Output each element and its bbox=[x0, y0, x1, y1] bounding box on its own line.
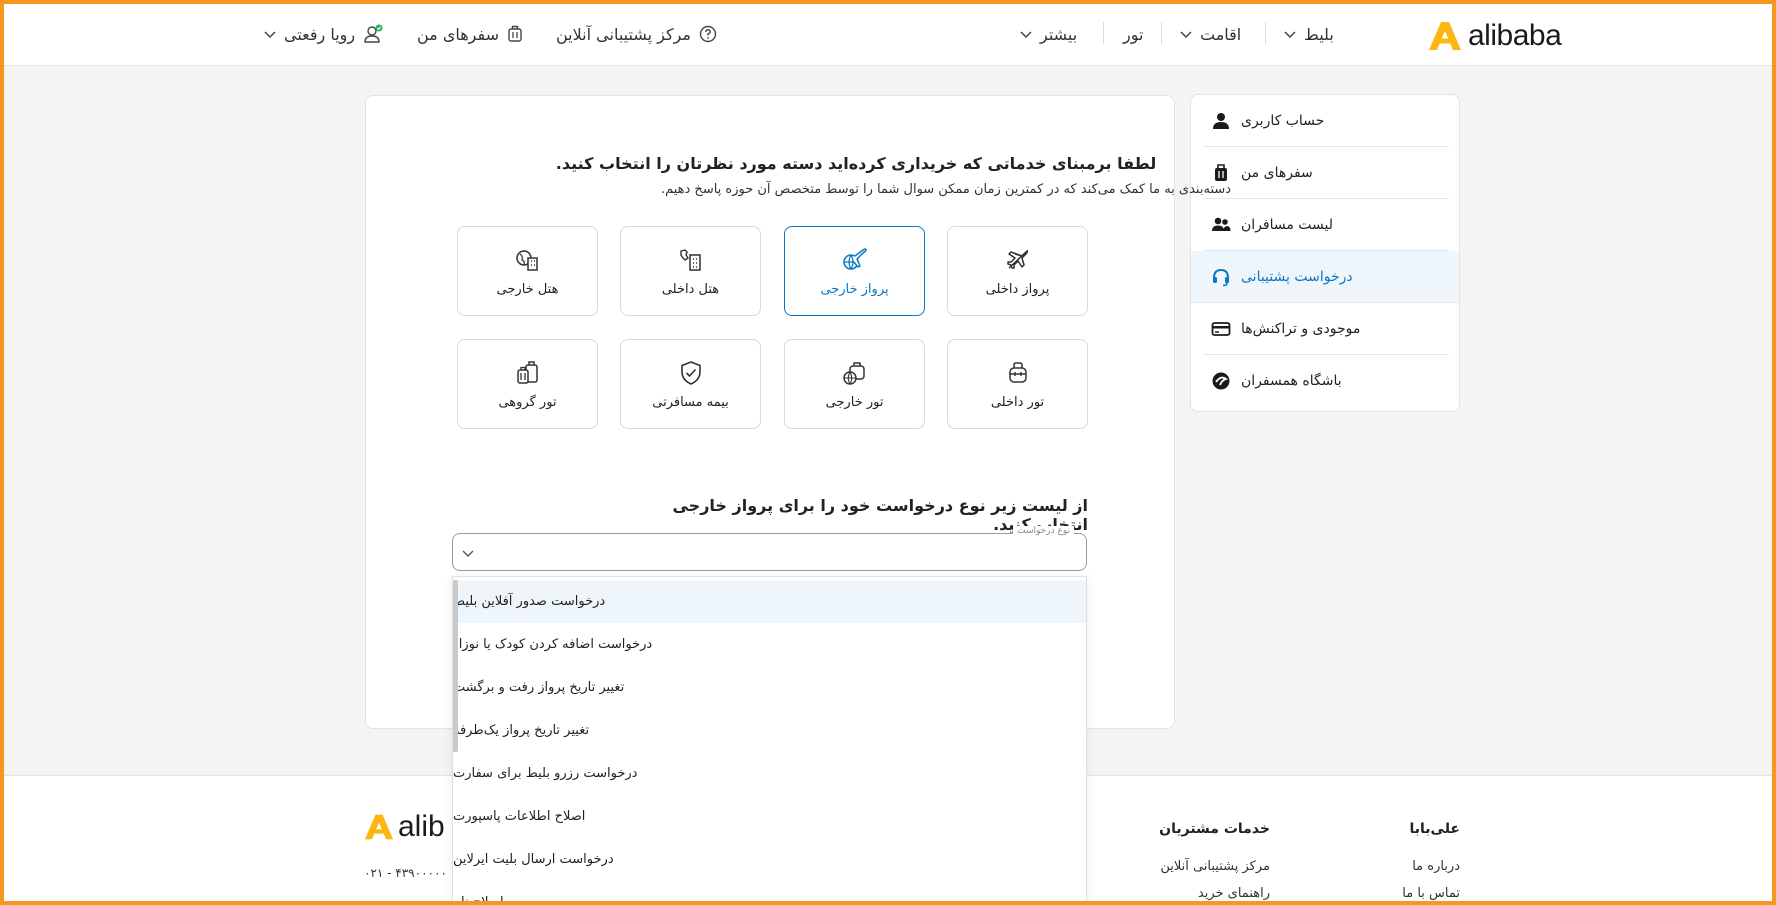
dropdown-option[interactable]: درخواست اضافه کردن کودک یا نوزاد bbox=[453, 623, 1086, 666]
nav-divider bbox=[1265, 22, 1266, 44]
nav-tickets[interactable]: بلیط bbox=[1284, 22, 1334, 46]
footer-logo[interactable]: alib bbox=[364, 810, 445, 844]
category-label: پرواز داخلی bbox=[985, 281, 1050, 297]
sidebar-item-label: باشگاه همسفران bbox=[1241, 373, 1342, 389]
international-flight-icon bbox=[842, 247, 867, 270]
footer-logo-text: alib bbox=[398, 810, 445, 843]
user-name: رویا رفعتی bbox=[284, 24, 356, 44]
sidebar-item-label: لیست مسافران bbox=[1241, 216, 1334, 233]
help-circle-icon bbox=[699, 25, 717, 43]
category-international-flight[interactable]: پرواز خارجی bbox=[784, 226, 925, 316]
category-label: تور داخلی bbox=[990, 394, 1045, 410]
group-tour-icon bbox=[516, 360, 538, 384]
category-label: تور خارجی bbox=[825, 394, 884, 410]
category-label: تور گروهی bbox=[498, 394, 557, 410]
nav-tickets-label: بلیط bbox=[1304, 24, 1334, 44]
footer-customer-services-title: خدمات مشتریان bbox=[1159, 821, 1270, 837]
my-trips-link[interactable]: سفرهای من bbox=[417, 22, 523, 46]
dropdown-scrollbar[interactable] bbox=[453, 580, 458, 752]
chevron-down-icon bbox=[1180, 31, 1192, 39]
dropdown-option[interactable]: تغییر تاریخ پرواز رفت و برگشت bbox=[453, 666, 1086, 709]
user-menu[interactable]: رویا رفعتی bbox=[264, 22, 383, 46]
nav-divider bbox=[1103, 22, 1104, 44]
domestic-flight-icon bbox=[1006, 249, 1028, 269]
headset-icon bbox=[1213, 268, 1229, 286]
domestic-tour-icon bbox=[1008, 361, 1027, 383]
page-subtitle: دسته‌بندی به ما کمک می‌کند که در کمترین … bbox=[660, 182, 1232, 197]
chevron-down-icon bbox=[264, 31, 276, 39]
category-domestic-tour[interactable]: تور داخلی bbox=[947, 339, 1088, 429]
category-domestic-flight[interactable]: پرواز داخلی bbox=[947, 226, 1088, 316]
chevron-down-icon bbox=[1020, 31, 1032, 39]
sidebar-item-account[interactable]: حساب کاربری bbox=[1203, 95, 1449, 147]
alibaba-logo-icon bbox=[1429, 22, 1461, 50]
sidebar-item-label: موجودی و تراکنش‌ها bbox=[1241, 320, 1361, 337]
alibaba-logo-icon bbox=[364, 814, 394, 840]
nav-tour-label: تور bbox=[1123, 24, 1144, 44]
online-support-link[interactable]: مرکز پشتیبانی آنلاین bbox=[556, 22, 717, 46]
page-title: لطفا برمبنای خدماتی که خریداری کرده‌اید … bbox=[555, 154, 1157, 173]
international-tour-icon bbox=[842, 361, 865, 385]
category-label: پرواز خارجی bbox=[820, 281, 889, 297]
logo-text: alibaba bbox=[1468, 19, 1562, 52]
online-support-label: مرکز پشتیبانی آنلاین bbox=[556, 24, 691, 44]
dropdown-option[interactable]: درخواست صدور آفلاین بلیط bbox=[453, 580, 1086, 623]
card-icon bbox=[1211, 321, 1231, 336]
request-type-dropdown: درخواست صدور آفلاین بلیط درخواست اضافه ک… bbox=[452, 576, 1087, 905]
dropdown-option[interactable]: اصلاح نام bbox=[453, 881, 1086, 905]
users-icon bbox=[1212, 217, 1231, 231]
footer-link[interactable]: درباره ما bbox=[1330, 859, 1460, 874]
sidebar-item-support-request[interactable]: درخواست پشتیبانی bbox=[1191, 251, 1459, 303]
user-verified-icon bbox=[364, 24, 383, 43]
sidebar-item-passengers[interactable]: لیست مسافران bbox=[1203, 199, 1449, 251]
top-navigation-bar: alibaba بلیط اقامت تور بیشتر مرکز پشتیبا… bbox=[0, 0, 1776, 66]
dropdown-option[interactable]: اصلاح اطلاعات پاسپورت bbox=[453, 795, 1086, 838]
category-label: هتل خارجی bbox=[496, 281, 559, 297]
account-sidebar: حساب کاربری سفرهای من لیست مسافران درخوا… bbox=[1190, 94, 1460, 412]
nav-tour[interactable]: تور bbox=[1123, 22, 1143, 46]
luggage-icon bbox=[508, 25, 522, 42]
chevron-down-icon bbox=[1284, 31, 1296, 39]
category-travel-insurance[interactable]: بیمه مسافرتی bbox=[620, 339, 761, 429]
club-icon bbox=[1212, 372, 1230, 390]
category-domestic-hotel[interactable]: هتل داخلی bbox=[620, 226, 761, 316]
alibaba-logo[interactable]: alibaba bbox=[1428, 18, 1564, 54]
category-label: هتل داخلی bbox=[661, 281, 720, 297]
footer-phone: ۰۲۱ - ۴۳۹۰۰۰۰۰ bbox=[364, 866, 447, 880]
nav-more[interactable]: بیشتر bbox=[1020, 22, 1077, 46]
footer-link[interactable]: مرکز پشتیبانی آنلاین bbox=[1100, 859, 1270, 874]
chevron-down-icon[interactable] bbox=[461, 547, 475, 559]
dropdown-option[interactable]: درخواست رزرو بلیط برای سفارت bbox=[453, 752, 1086, 795]
user-icon bbox=[1213, 112, 1229, 129]
category-label: بیمه مسافرتی bbox=[652, 394, 729, 410]
category-group-tour[interactable]: تور گروهی bbox=[457, 339, 598, 429]
domestic-hotel-icon bbox=[679, 248, 701, 271]
nav-more-label: بیشتر bbox=[1040, 24, 1078, 44]
category-international-tour[interactable]: تور خارجی bbox=[784, 339, 925, 429]
international-hotel-icon bbox=[515, 249, 538, 271]
footer-link[interactable]: تماس با ما bbox=[1330, 886, 1460, 901]
insurance-shield-icon bbox=[680, 360, 701, 385]
nav-divider bbox=[1161, 22, 1162, 44]
sidebar-item-club[interactable]: باشگاه همسفران bbox=[1203, 355, 1449, 407]
request-type-select[interactable]: نوع درخواست bbox=[452, 526, 1087, 571]
dropdown-option[interactable]: تغییر تاریخ پرواز یک‌طرفه bbox=[453, 709, 1086, 752]
nav-accommodation[interactable]: اقامت bbox=[1180, 22, 1241, 46]
nav-accommodation-label: اقامت bbox=[1200, 24, 1242, 44]
dropdown-option[interactable]: درخواست ارسال بلیت ایرلاین bbox=[453, 838, 1086, 881]
sidebar-item-label: حساب کاربری bbox=[1241, 112, 1325, 129]
sidebar-item-label: درخواست پشتیبانی bbox=[1241, 268, 1353, 285]
footer-link[interactable]: راهنمای خرید bbox=[1100, 886, 1270, 901]
my-trips-label: سفرهای من bbox=[417, 24, 499, 44]
category-international-hotel[interactable]: هتل خارجی bbox=[457, 226, 598, 316]
request-type-legend: نوع درخواست bbox=[1013, 526, 1074, 536]
footer-alibaba-title: علی‌بابا bbox=[1409, 821, 1460, 837]
sidebar-item-balance[interactable]: موجودی و تراکنش‌ها bbox=[1203, 303, 1449, 355]
